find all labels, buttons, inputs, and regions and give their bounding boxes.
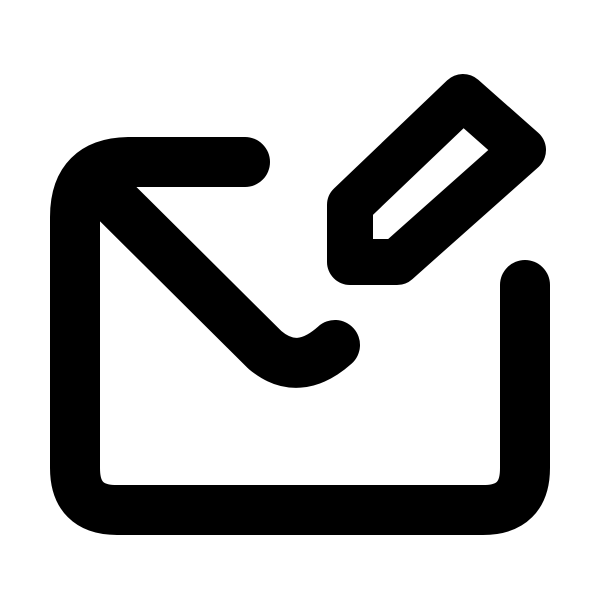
envelope-flap xyxy=(77,163,360,388)
mail-edit-icon xyxy=(50,74,550,535)
pencil-icon xyxy=(327,74,546,285)
icon-canvas xyxy=(0,0,600,600)
